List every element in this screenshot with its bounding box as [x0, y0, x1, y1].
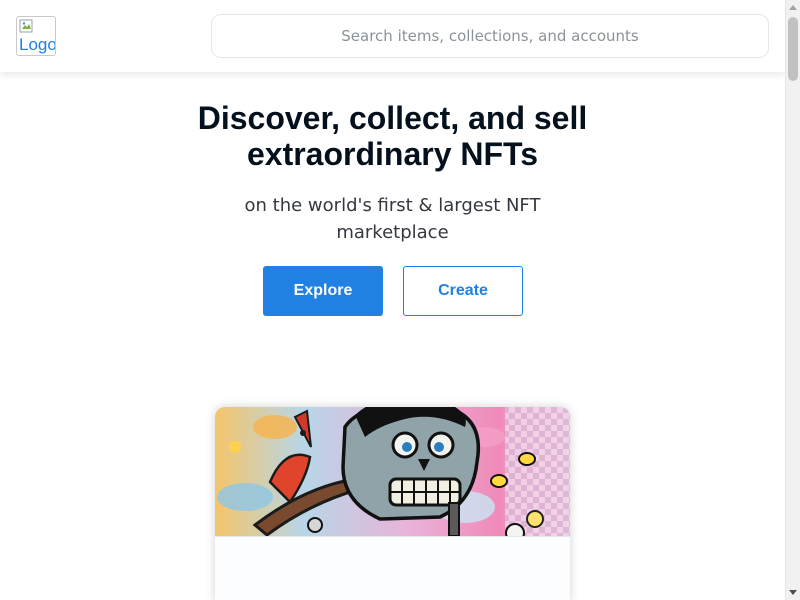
broken-image-icon [19, 19, 33, 33]
cartoon-skull-artwork [215, 407, 570, 536]
scroll-up-arrow-icon[interactable] [789, 5, 797, 10]
featured-nft-image [215, 407, 570, 536]
scroll-down-arrow-icon[interactable] [789, 590, 797, 595]
create-button[interactable]: Create [403, 266, 523, 316]
top-navbar: Logo [0, 0, 785, 72]
logo-alt-text: Logo [19, 35, 56, 54]
featured-nft-card[interactable] [215, 407, 570, 600]
page: Logo Discover, collect, and sell extraor… [0, 0, 800, 600]
featured-nft-details [215, 536, 570, 600]
hero-subtitle: on the world's first & largest NFT marke… [244, 195, 541, 243]
hero-title: Discover, collect, and sell extraordinar… [197, 100, 588, 172]
logo-link[interactable]: Logo [16, 16, 56, 56]
explore-button[interactable]: Explore [263, 266, 383, 316]
search-input[interactable] [211, 14, 769, 58]
vertical-scrollbar[interactable] [785, 0, 800, 600]
scroll-thumb[interactable] [788, 17, 798, 81]
